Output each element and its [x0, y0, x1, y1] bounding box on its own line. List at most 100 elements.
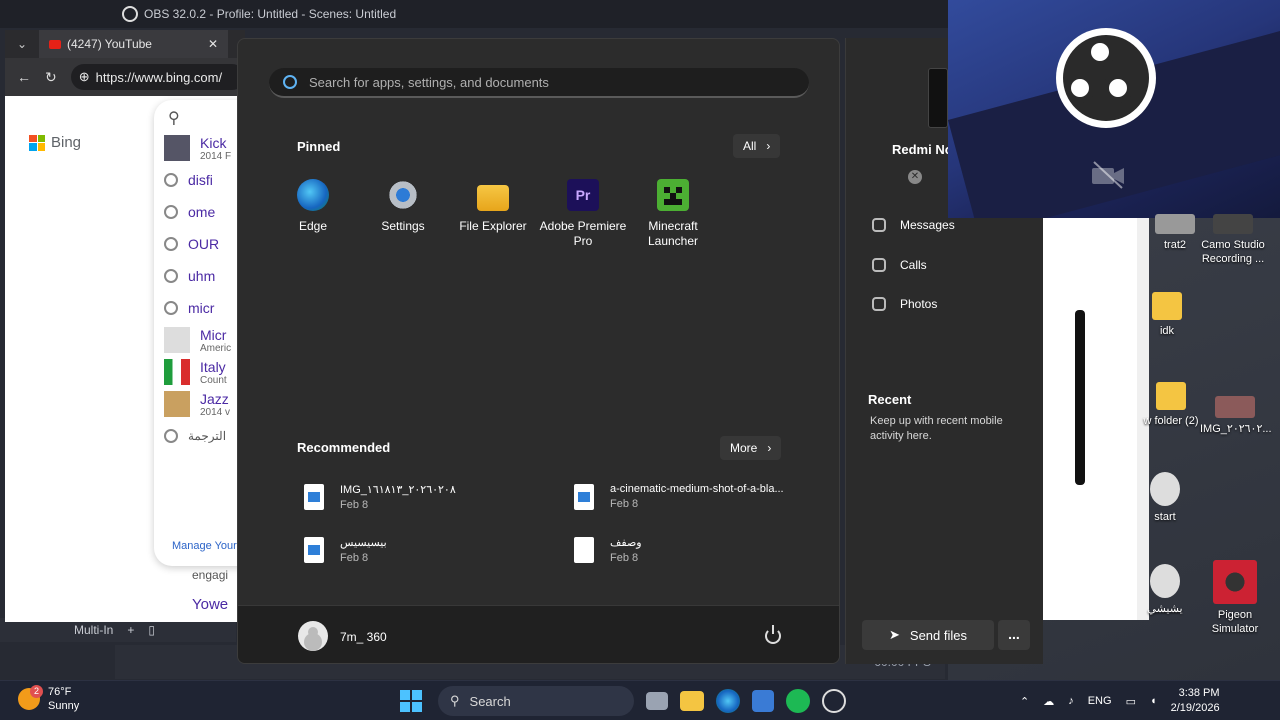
multi-label: Multi-In [74, 623, 114, 637]
trash-icon[interactable]: ▯ [148, 623, 155, 637]
suggestion-item[interactable]: Italy Count [154, 356, 244, 388]
folder-icon [1152, 292, 1182, 320]
start-footer: 7m_ 360 [238, 605, 839, 663]
pinned-edge[interactable]: Edge [268, 179, 358, 249]
bing-logo[interactable]: Bing [29, 134, 81, 151]
youtube-icon [49, 39, 61, 49]
back-icon[interactable]: ← [17, 69, 31, 85]
obs-icon[interactable] [822, 689, 846, 713]
reload-icon[interactable]: ↻ [45, 69, 57, 86]
camera-off-icon [1092, 161, 1124, 189]
clock[interactable]: 3:38 PM 2/19/2026 [1171, 686, 1220, 716]
suggestion-item[interactable]: disfi [154, 164, 244, 196]
user-avatar[interactable] [298, 621, 328, 651]
chevron-right-icon: › [766, 139, 771, 153]
store-icon[interactable] [752, 690, 774, 712]
pinned-file-explorer[interactable]: File Explorer [448, 179, 538, 249]
suggestion-item[interactable]: micr [154, 292, 244, 324]
power-icon[interactable] [765, 625, 781, 644]
chevron-up-icon[interactable]: ⌃ [1020, 695, 1029, 708]
search-icon[interactable]: ⚲ [154, 100, 244, 132]
user-name[interactable]: 7m_ 360 [340, 630, 387, 644]
recommended-item[interactable]: وصفف Feb 8 [574, 536, 642, 564]
cloud-icon[interactable]: ☁ [1043, 695, 1054, 708]
tab-title: (4247) YouTube [67, 37, 152, 51]
phone-icon [872, 258, 886, 272]
more-options-button[interactable]: ... [998, 620, 1030, 650]
tab-list-icon[interactable]: ⌄ [5, 37, 39, 51]
search-icon [283, 75, 297, 89]
suggestion-item[interactable]: OUR [154, 228, 244, 260]
obs-icon [122, 6, 138, 22]
microphone-icon[interactable]: ♪ [1068, 695, 1074, 707]
browser-toolbar: ← ↻ ⊕ https://www.bing.com/ [5, 58, 245, 96]
messages-button[interactable]: Messages [872, 218, 955, 232]
calls-button[interactable]: Calls [872, 258, 927, 272]
desktop-icon[interactable]: Pigeon Simulator [1200, 560, 1270, 636]
all-apps-button[interactable]: All › [733, 134, 781, 158]
page-link[interactable]: Yowe [192, 596, 228, 613]
desktop-icon[interactable]: يشيشي [1130, 564, 1200, 616]
add-icon[interactable]: + [127, 623, 134, 637]
settings-icon [387, 179, 419, 211]
suggestion-item[interactable]: Jazz 2014 v [154, 388, 244, 420]
video-file-icon [1150, 472, 1180, 506]
site-info-icon[interactable]: ⊕ [79, 69, 90, 85]
spotify-icon[interactable] [786, 689, 810, 713]
edge-icon [297, 179, 329, 211]
language-indicator[interactable]: ENG [1088, 695, 1112, 707]
italy-flag-icon [164, 359, 190, 385]
history-icon [164, 429, 178, 443]
pinned-premiere[interactable]: Pr Adobe Premiere Pro [538, 179, 628, 249]
notification-badge: 2 [30, 685, 43, 698]
document-icon [574, 537, 594, 563]
messages-icon [872, 218, 886, 232]
pinned-minecraft[interactable]: Minecraft Launcher [628, 179, 718, 249]
suggestion-item[interactable]: uhm [154, 260, 244, 292]
taskbar-search[interactable]: ⚲ Search [438, 686, 634, 716]
camo-icon [1213, 214, 1253, 234]
network-icon[interactable]: ▭ [1126, 695, 1136, 708]
photos-button[interactable]: Photos [872, 297, 937, 311]
start-search-box[interactable]: Search for apps, settings, and documents [269, 68, 809, 98]
desktop-icon[interactable]: idk [1132, 292, 1202, 338]
address-bar[interactable]: ⊕ https://www.bing.com/ [70, 64, 245, 90]
manage-history-link[interactable]: Manage Your [172, 540, 237, 552]
desktop-icon[interactable]: IMG_٢٠٢٦٠٢... [1200, 396, 1272, 436]
search-icon: ⚲ [450, 693, 460, 708]
desktop-icon[interactable]: start [1130, 472, 1200, 524]
start-button[interactable] [396, 686, 426, 716]
url-text: https://www.bing.com/ [95, 69, 223, 85]
taskbar-apps: ⚲ Search [396, 686, 846, 716]
history-icon [164, 269, 178, 283]
desktop-icon[interactable]: w folder (2) [1136, 382, 1206, 428]
suggestion-item[interactable]: Kick 2014 F [154, 132, 244, 164]
suggestion-item[interactable]: الترجمة [154, 420, 244, 452]
thumbnail [164, 391, 190, 417]
disconnect-icon[interactable]: ✕ [908, 170, 922, 184]
file-explorer-icon[interactable] [680, 691, 704, 711]
edge-icon[interactable] [716, 689, 740, 713]
history-icon [164, 301, 178, 315]
desktop-icon[interactable]: Camo Studio Recording ... [1198, 214, 1268, 266]
suggestion-item[interactable]: Micr Americ [154, 324, 244, 356]
send-files-button[interactable]: ➤ Send files [862, 620, 994, 650]
history-icon [164, 237, 178, 251]
bing-label: Bing [51, 134, 82, 151]
volume-icon[interactable]: ◖ [1150, 695, 1157, 707]
recommended-item[interactable]: IMG_٢٠٢٦٠٢٠٨_١٦١٨١٣ Feb 8 [304, 483, 456, 511]
recommended-item[interactable]: بيسيسيس Feb 8 [304, 536, 387, 564]
pinned-settings[interactable]: Settings [358, 179, 448, 249]
tab-youtube[interactable]: (4247) YouTube ✕ [39, 30, 229, 58]
weather-widget[interactable]: 2 76°F Sunny [18, 685, 79, 713]
more-button[interactable]: More › [720, 436, 782, 460]
pigeon-simulator-icon [1213, 560, 1257, 604]
sun-icon: 2 [18, 685, 43, 710]
task-view-icon[interactable] [646, 692, 668, 710]
microsoft-logo-icon [29, 134, 45, 151]
page-text: engagi [192, 568, 229, 582]
suggestion-item[interactable]: ome [154, 196, 244, 228]
close-tab-icon[interactable]: ✕ [208, 37, 218, 51]
browser-tabstrip: ⌄ (4247) YouTube ✕ [5, 30, 245, 58]
recommended-item[interactable]: a-cinematic-medium-shot-of-a-bla... Feb 8 [574, 483, 784, 510]
